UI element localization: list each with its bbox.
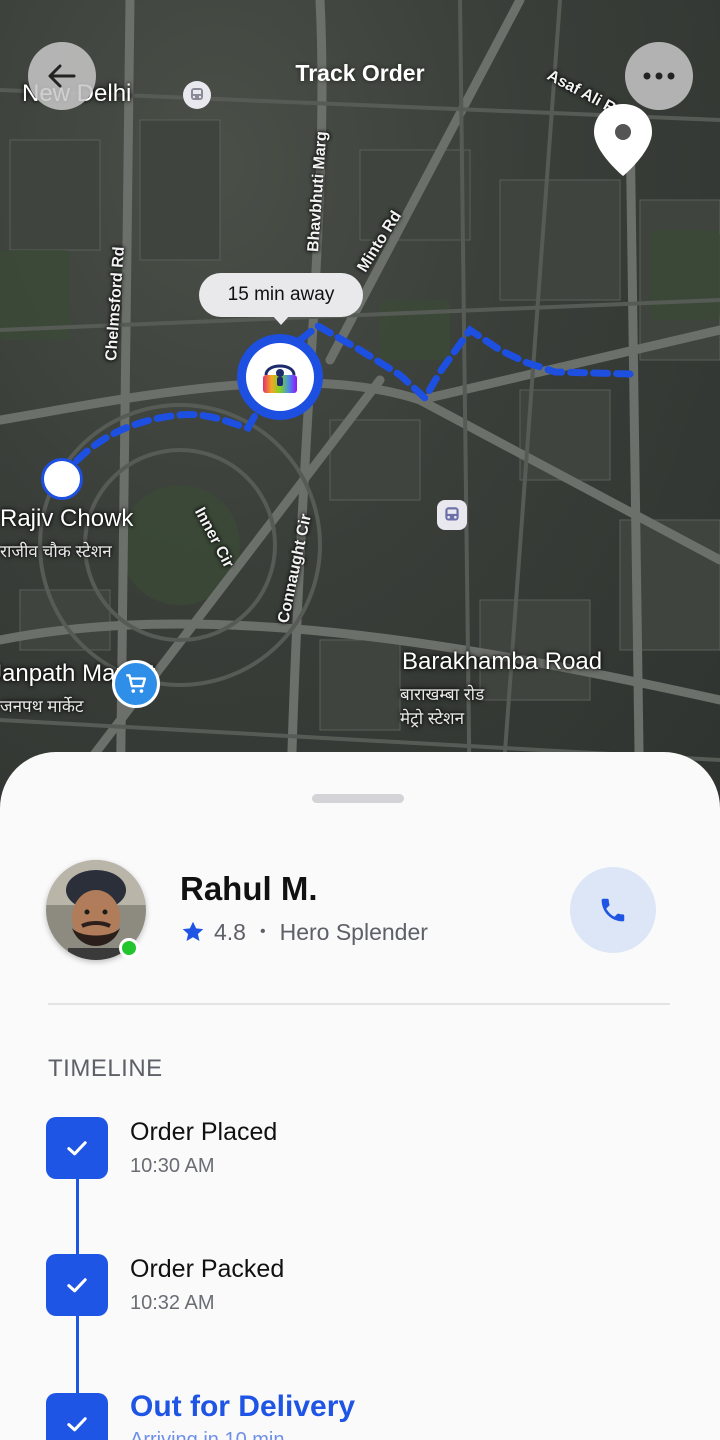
map-label-rajiv-chowk-hindi: राजीव चौक स्टेशन	[0, 542, 112, 561]
rider-location-marker[interactable]	[237, 334, 323, 420]
timeline-step-label: Out for Delivery	[130, 1390, 356, 1423]
eta-bubble: 15 min away	[199, 273, 363, 317]
timeline-step-time: 10:30 AM	[130, 1155, 215, 1177]
eta-bubble-tail	[272, 315, 290, 325]
map-label-rajiv-chowk: Rajiv Chowk	[0, 505, 134, 532]
timeline-connector	[76, 1179, 79, 1254]
rider-vehicle: Hero Splender	[279, 918, 428, 945]
timeline-step-label: Order Placed	[130, 1118, 278, 1146]
online-status-indicator	[119, 938, 139, 958]
phone-icon	[601, 898, 625, 922]
order-details-sheet: Rahul M. 4.8 • Hero Splender TIMELINE Or…	[0, 752, 720, 1440]
delivery-bag-icon	[263, 364, 297, 393]
route-start-marker	[41, 458, 83, 500]
destination-pin-icon[interactable]	[590, 100, 656, 185]
timeline-connector	[76, 1316, 79, 1393]
timeline-step-time: 10:32 AM	[130, 1292, 215, 1314]
timeline-step-time: Arriving in 10 min	[130, 1429, 285, 1440]
timeline-heading: TIMELINE	[48, 1055, 163, 1082]
more-options-button[interactable]	[625, 42, 693, 110]
map-label-janpath-market-hindi: जनपथ मार्केट	[0, 697, 84, 716]
timeline-step-label: Order Packed	[130, 1255, 285, 1283]
map-view[interactable]: New Delhi Rajiv Chowk राजीव चौक स्टेशन J…	[0, 0, 720, 820]
star-icon	[182, 921, 204, 941]
shopping-cart-icon[interactable]	[112, 660, 160, 708]
more-horizontal-icon	[643, 72, 675, 80]
check-icon	[46, 1117, 108, 1179]
map-label-barakhamba: Barakhamba Road	[402, 648, 603, 675]
meta-separator: •	[259, 923, 266, 940]
rider-rating: 4.8	[214, 918, 246, 945]
check-icon	[46, 1393, 108, 1440]
rider-name: Rahul M.	[180, 870, 318, 907]
page-title: Track Order	[295, 60, 425, 86]
rider-details: 4.8 • Hero Splender	[180, 917, 428, 947]
metro-station-icon	[437, 500, 467, 530]
check-icon	[46, 1254, 108, 1316]
call-rider-button[interactable]	[570, 867, 656, 953]
map-label-barakhamba-hindi-2: मेट्रो स्टेशन	[400, 709, 465, 728]
section-divider	[48, 1003, 670, 1005]
map-label-barakhamba-hindi-1: बाराखम्बा रोड	[400, 685, 485, 704]
sheet-drag-handle[interactable]	[312, 794, 404, 803]
